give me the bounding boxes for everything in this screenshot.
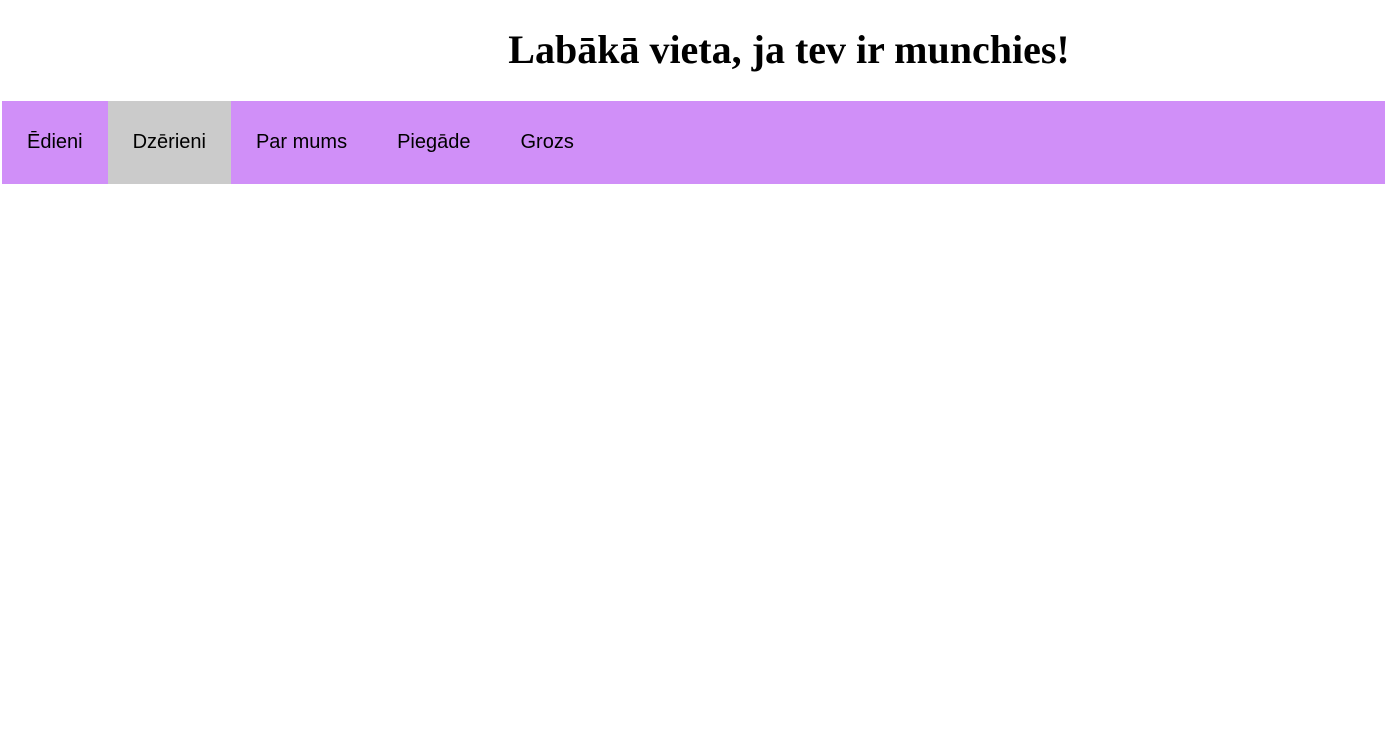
nav-item-grozs[interactable]: Grozs — [496, 101, 599, 184]
nav-item-par-mums[interactable]: Par mums — [231, 101, 372, 184]
page-title: Labākā vieta, ja tev ir munchies! — [508, 27, 1070, 72]
nav-item-piegade[interactable]: Piegāde — [372, 101, 495, 184]
nav-item-edieni[interactable]: Ēdieni — [2, 101, 108, 184]
nav-item-dzerieni[interactable]: Dzērieni — [107, 101, 231, 184]
main-navigation-bar: Ēdieni Dzērieni Par mums Piegāde Grozs — [2, 101, 1385, 184]
page-header: Labākā vieta, ja tev ir munchies! — [0, 0, 1385, 100]
